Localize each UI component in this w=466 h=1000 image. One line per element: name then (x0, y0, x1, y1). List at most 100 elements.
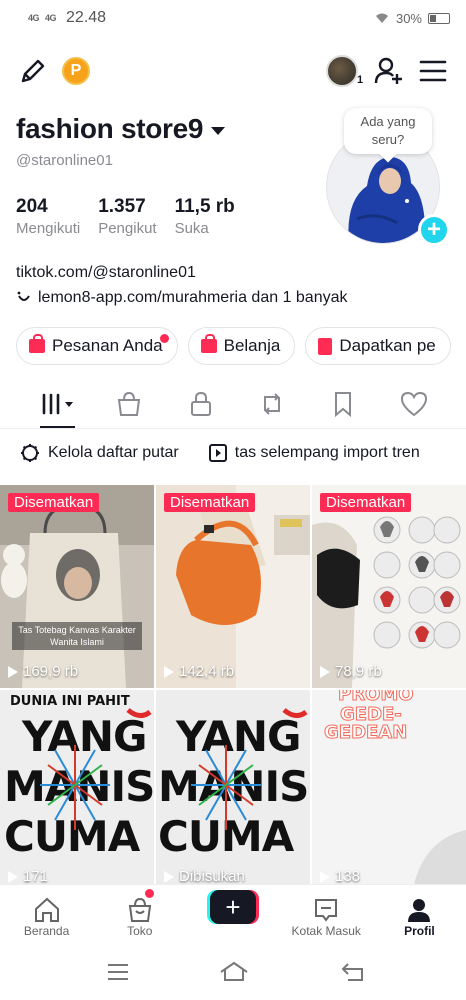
play-icon (164, 665, 174, 678)
pinned-badge: Disematkan (8, 493, 100, 512)
nav-home[interactable]: Beranda (0, 885, 93, 944)
view-count-text: Dibisukan (179, 868, 245, 885)
back-icon[interactable] (340, 961, 366, 983)
add-friend-icon[interactable] (372, 54, 406, 88)
username: @staronline01 (16, 152, 113, 169)
video-tile[interactable]: DUNIA INI PAHIT YANG MANIS CUMA 171 (0, 690, 154, 893)
shop-icon (128, 897, 151, 922)
video-thumbnail (0, 485, 154, 688)
view-count-text: 171 (23, 868, 49, 885)
stat-likes[interactable]: 11,5 rb Suka (175, 196, 235, 237)
pinned-badge: Disematkan (320, 493, 412, 512)
divider (0, 428, 466, 429)
play-icon (320, 870, 330, 883)
inbox-icon (315, 899, 338, 922)
playlist-item[interactable]: tas selempang import tren (208, 443, 420, 463)
video-big-text-3: GEDEAN (323, 722, 408, 744)
coins-button[interactable]: P (62, 57, 90, 85)
stat-label: Suka (174, 220, 209, 237)
video-tile[interactable]: YANG MANIS CUMA Dibisukan (156, 690, 310, 893)
grid-bars-icon (42, 393, 73, 415)
play-icon (8, 870, 18, 883)
lock-icon (190, 391, 211, 416)
profile-stats: 204 Mengikuti 1.357 Pengikut 11,5 rb Suk… (16, 196, 235, 237)
tab-private[interactable] (165, 380, 236, 428)
chip-earn[interactable]: Dapatkan pe (305, 327, 451, 365)
video-grid: Disematkan Tas Totebag Kanvas Karakter W… (0, 485, 466, 893)
bag-icon (200, 334, 217, 353)
external-links[interactable]: lemon8-app.com/murahmeria dan 1 banyak (16, 289, 348, 307)
chip-label: Pesanan Anda (52, 336, 163, 355)
status-bubble[interactable]: Ada yang seru? (344, 108, 432, 154)
tab-reposts[interactable] (236, 380, 307, 428)
stat-value: 11,5 rb (174, 196, 235, 217)
manage-playlists[interactable]: Kelola daftar putar (20, 443, 179, 463)
notification-dot (159, 334, 169, 343)
fireworks-overlay (40, 708, 152, 830)
video-tile[interactable]: PROMO GEDE- GEDEAN 138 (312, 690, 466, 893)
stat-followers[interactable]: 1.357 Pengikut (98, 196, 156, 237)
friends-avatar-button[interactable] (326, 55, 358, 87)
system-navigation (0, 944, 466, 1000)
signal-4g-2: 4G (45, 13, 57, 23)
play-icon (164, 870, 174, 883)
tab-videos[interactable] (22, 380, 93, 428)
stat-label: Mengikuti (16, 220, 81, 237)
tab-shop[interactable] (93, 380, 165, 428)
tab-liked[interactable] (378, 380, 449, 428)
view-count: Dibisukan (164, 868, 245, 885)
chip-orders[interactable]: Pesanan Anda (16, 327, 178, 365)
stat-following[interactable]: 204 Mengikuti (16, 196, 80, 237)
shopping-bag-icon (117, 391, 141, 416)
video-caption: Tas Totebag Kanvas Karakter Wanita Islam… (12, 622, 142, 650)
nav-profile[interactable]: Profil (373, 885, 466, 944)
nav-label: Profil (404, 924, 435, 938)
nav-label: Beranda (23, 924, 70, 938)
view-count: 138 (320, 868, 360, 885)
gear-icon (21, 444, 39, 462)
friend-avatar (326, 55, 358, 87)
view-count-text: 138 (335, 868, 361, 885)
home-button-icon[interactable] (218, 960, 250, 982)
view-count: 78,9 rb (320, 663, 382, 680)
nav-shop[interactable]: Toko (93, 885, 186, 944)
playlist-label: tas selempang import tren (234, 444, 420, 461)
create-icon: + (207, 890, 259, 924)
recent-apps-icon[interactable] (106, 962, 130, 982)
chip-label: Dapatkan pe (339, 336, 436, 355)
profile-icon (408, 899, 431, 922)
play-icon (320, 665, 330, 678)
view-count-text: 169,9 rb (23, 663, 79, 680)
nav-inbox[interactable]: Kotak Masuk (280, 885, 373, 944)
nav-create[interactable]: + (186, 885, 279, 944)
edit-pencil-icon[interactable] (16, 54, 50, 88)
bottom-navigation: Beranda Toko + Kotak Masuk Profil (0, 884, 466, 944)
external-links-text: lemon8-app.com/murahmeria dan 1 banyak (38, 289, 348, 306)
nav-label: Kotak Masuk (291, 924, 361, 938)
chevron-down-icon (211, 127, 226, 135)
play-icon (8, 665, 18, 678)
profile-tabs (0, 380, 466, 428)
bio-link[interactable]: tiktok.com/@staronline01 (16, 264, 196, 282)
menu-hamburger-icon[interactable] (418, 56, 448, 86)
video-tile[interactable]: Disematkan 142,4 rb (156, 485, 310, 688)
view-count: 169,9 rb (8, 663, 78, 680)
wifi-icon (375, 13, 388, 23)
add-story-plus-icon[interactable]: + (418, 214, 450, 246)
shop-chips: Pesanan Anda Belanja Dapatkan pe (16, 327, 451, 365)
stat-label: Pengikut (98, 220, 157, 237)
chip-shop[interactable]: Belanja (187, 327, 296, 365)
view-count: 142,4 rb (164, 663, 234, 680)
repost-icon (263, 393, 280, 415)
tab-saved[interactable] (307, 380, 378, 428)
home-icon (34, 897, 59, 922)
account-switcher[interactable]: fashion store9 (16, 113, 226, 145)
video-tile[interactable]: Disematkan 78,9 rb (312, 485, 466, 688)
video-tile[interactable]: Disematkan Tas Totebag Kanvas Karakter W… (0, 485, 154, 688)
stat-value: 1.357 (98, 196, 146, 217)
fireworks-overlay (191, 708, 308, 830)
play-square-icon (208, 444, 227, 462)
video-thumbnail (156, 485, 310, 688)
display-name: fashion store9 (16, 113, 204, 144)
coin-icon: P (62, 57, 90, 85)
